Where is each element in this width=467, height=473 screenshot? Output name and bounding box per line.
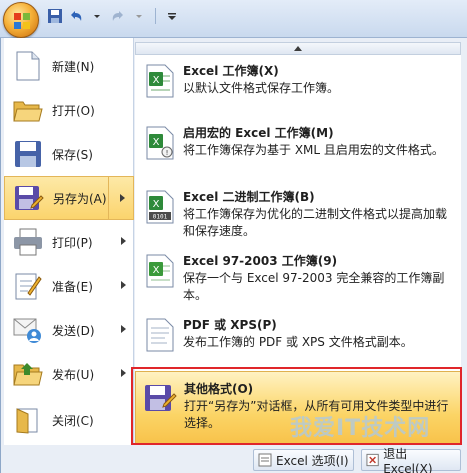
menu-item-publish[interactable]: 发布(U) xyxy=(4,352,134,396)
option-description: 将工作簿保存为优化的二进制文件格式以提高加载和保存速度。 xyxy=(183,207,448,238)
menu-item-label: 发送(D) xyxy=(52,323,95,338)
option-description: 发布工作簿的 PDF 或 XPS 文件格式副本。 xyxy=(183,335,413,349)
publish-icon xyxy=(10,356,46,392)
office-menu: 新建(N) 打开(O) 保存(S) 另存为(A) 打印(P) 准备(E) 发送(… xyxy=(0,38,467,473)
svg-text:X: X xyxy=(153,137,160,148)
option-title: PDF 或 XPS(P) xyxy=(183,318,277,332)
option-title: Excel 二进制工作簿(B) xyxy=(183,190,315,204)
office-logo-icon xyxy=(14,13,30,29)
redo-dropdown-icon[interactable] xyxy=(130,7,148,25)
menu-item-save[interactable]: 保存(S) xyxy=(4,132,134,176)
excel-97-icon: X xyxy=(146,254,174,288)
menu-item-label: 打印(P) xyxy=(52,235,93,250)
office-button[interactable] xyxy=(3,2,39,38)
options-icon xyxy=(258,453,272,467)
chevron-right-icon xyxy=(121,237,126,245)
exit-excel-button[interactable]: 退出 Excel(X) xyxy=(361,447,461,473)
exit-excel-label: 退出 Excel(X) xyxy=(383,446,433,473)
option-excel-97-2003[interactable]: X Excel 97-2003 工作簿(9) 保存一个与 Excel 97-20… xyxy=(135,250,461,310)
menu-item-send[interactable]: 发送(D) xyxy=(4,308,134,352)
print-icon xyxy=(10,224,46,260)
undo-icon[interactable] xyxy=(67,7,85,25)
svg-text:X: X xyxy=(153,199,160,210)
quick-access-bar xyxy=(0,0,467,38)
close-folder-icon xyxy=(10,402,46,438)
left-menu: 新建(N) 打开(O) 保存(S) 另存为(A) 打印(P) 准备(E) 发送(… xyxy=(4,38,134,445)
option-description: 将工作簿保存为基于 XML 且启用宏的文件格式。 xyxy=(183,143,444,157)
option-description: 以默认文件格式保存工作簿。 xyxy=(183,81,340,95)
option-description: 保存一个与 Excel 97-2003 完全兼容的工作簿副本。 xyxy=(183,271,445,302)
excel-options-button[interactable]: Excel 选项(I) xyxy=(253,449,354,471)
scroll-up-button[interactable] xyxy=(135,42,461,55)
excel-workbook-icon: X xyxy=(146,64,174,98)
customize-icon[interactable] xyxy=(163,7,181,25)
option-title: Excel 97-2003 工作簿(9) xyxy=(183,254,338,268)
option-binary-workbook[interactable]: X 0101 Excel 二进制工作簿(B) 将工作簿保存为优化的二进制文件格式以… xyxy=(135,186,461,248)
excel-options-label: Excel 选项(I) xyxy=(276,453,349,468)
svg-text:X: X xyxy=(153,265,160,276)
svg-text:X: X xyxy=(153,75,160,86)
pdf-xps-icon xyxy=(146,318,174,352)
menu-item-prepare[interactable]: 准备(E) xyxy=(4,264,134,308)
chevron-right-icon xyxy=(121,369,126,377)
save-icon[interactable] xyxy=(46,7,64,25)
macro-workbook-icon: X! xyxy=(146,126,174,160)
menu-item-label: 新建(N) xyxy=(52,59,95,74)
menu-item-open[interactable]: 打开(O) xyxy=(4,88,134,132)
exit-icon xyxy=(366,453,379,467)
watermark: 我爱IT技术网 xyxy=(290,416,431,441)
binary-workbook-icon: X 0101 xyxy=(146,190,174,224)
menu-item-save-as[interactable]: 另存为(A) xyxy=(4,176,134,220)
menu-item-label: 发布(U) xyxy=(52,367,95,382)
menu-footer: Excel 选项(I) 退出 Excel(X) xyxy=(4,447,461,473)
option-title: Excel 工作簿(X) xyxy=(183,64,279,78)
menu-item-label: 另存为(A) xyxy=(53,191,107,206)
chevron-right-icon xyxy=(121,281,126,289)
menu-item-new[interactable]: 新建(N) xyxy=(4,44,134,88)
prepare-icon xyxy=(10,268,46,304)
chevron-right-icon xyxy=(121,325,126,333)
open-folder-icon xyxy=(10,92,46,128)
qat-separator xyxy=(155,8,156,24)
menu-item-label: 关闭(C) xyxy=(52,413,94,428)
chevron-up-icon xyxy=(294,46,302,51)
menu-item-label: 准备(E) xyxy=(52,279,93,294)
save-as-icon xyxy=(11,180,47,216)
option-excel-workbook[interactable]: X Excel 工作簿(X) 以默认文件格式保存工作簿。 xyxy=(135,60,461,118)
submenu-split xyxy=(108,177,109,219)
option-macro-workbook[interactable]: X! 启用宏的 Excel 工作簿(M) 将工作簿保存为基于 XML 且启用宏的… xyxy=(135,122,461,184)
send-icon xyxy=(10,312,46,348)
svg-text:!: ! xyxy=(166,149,169,157)
redo-icon[interactable] xyxy=(109,7,127,25)
chevron-right-icon xyxy=(120,194,125,202)
menu-item-label: 保存(S) xyxy=(52,147,93,162)
option-pdf-xps[interactable]: PDF 或 XPS(P) 发布工作簿的 PDF 或 XPS 文件格式副本。 xyxy=(135,314,461,366)
new-document-icon xyxy=(10,48,46,84)
menu-item-print[interactable]: 打印(P) xyxy=(4,220,134,264)
undo-dropdown-icon[interactable] xyxy=(88,7,106,25)
save-disk-icon xyxy=(10,136,46,172)
option-title: 启用宏的 Excel 工作簿(M) xyxy=(183,126,334,140)
menu-item-close[interactable]: 关闭(C) xyxy=(4,398,134,442)
menu-item-label: 打开(O) xyxy=(52,103,95,118)
svg-text:0101: 0101 xyxy=(153,214,168,221)
